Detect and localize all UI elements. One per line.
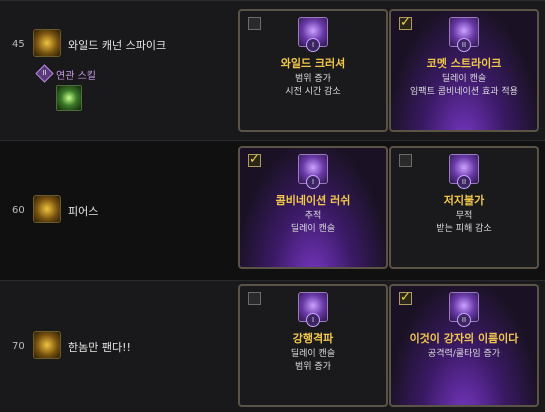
tripod-rune-icon: II (449, 292, 479, 327)
one-target-beatdown-icon[interactable] (33, 331, 61, 359)
option-checkbox-checked[interactable] (399, 290, 412, 305)
skill-name: 피어스 (68, 205, 99, 218)
option-title: 코멧 스트라이크 (426, 57, 502, 70)
option-effect: 무적 (455, 211, 473, 221)
option-checkbox-checked[interactable] (248, 152, 261, 167)
skill-level: 70 (12, 341, 25, 352)
tripod-rune-icon: I (298, 17, 328, 52)
tier-numeral: II (457, 175, 471, 189)
skill-level: 60 (12, 205, 25, 216)
tripod-option-card[interactable]: I 강행격파 딜레이 캔슬 범위 증가 (238, 284, 388, 407)
tier-numeral: II (457, 38, 471, 52)
option-title: 와일드 크러셔 (280, 57, 346, 70)
related-tier-label: II (42, 69, 47, 77)
option-effect: 딜레이 캔슬 (441, 74, 487, 84)
tripod-rune-icon: I (298, 292, 328, 327)
tier-numeral: II (457, 313, 471, 327)
pierce-icon[interactable] (33, 195, 61, 223)
tier-numeral: I (306, 38, 320, 52)
skill-row-60: 60 피어스 I 콤비네이션 러쉬 추적 딜레이 캔슬 II 저지불가 무적 받… (0, 140, 545, 280)
option-title: 이것이 강자의 이름이다 (409, 332, 519, 345)
skill-name: 와일드 캐넌 스파이크 (68, 39, 167, 52)
option-checkbox[interactable] (399, 154, 412, 167)
option-effect: 딜레이 캔슬 (290, 349, 336, 359)
option-effect: 시전 시간 감소 (285, 87, 341, 97)
tripod-option-card-selected[interactable]: I 콤비네이션 러쉬 추적 딜레이 캔슬 (238, 146, 388, 269)
option-checkbox[interactable] (248, 292, 261, 305)
related-skill-label: 연관 스킬 (56, 71, 96, 82)
tripod-rune-icon: II (449, 154, 479, 189)
option-title: 저지불가 (443, 194, 485, 207)
tier-numeral: I (306, 313, 320, 327)
tripod-option-card[interactable]: I 와일드 크러셔 범위 증가 시전 시간 감소 (238, 9, 388, 132)
tripod-option-card-selected[interactable]: II 이것이 강자의 이름이다 공격력/쿨타임 증가 (389, 284, 539, 407)
related-tier-badge: II (35, 64, 54, 83)
option-effect: 임팩트 콤비네이션 효과 적용 (410, 87, 518, 97)
option-effect: 공격력/쿨타임 증가 (427, 349, 501, 359)
skill-name: 한놈만 팬다!! (68, 341, 131, 354)
option-effect: 범위 증가 (295, 362, 331, 372)
option-title: 콤비네이션 러쉬 (275, 194, 351, 207)
option-checkbox-checked[interactable] (399, 15, 412, 30)
option-effect: 받는 피해 감소 (436, 224, 492, 234)
skill-row-70: 70 한놈만 팬다!! I 강행격파 딜레이 캔슬 범위 증가 II 이것이 강… (0, 280, 545, 412)
wild-cannon-spike-icon[interactable] (33, 29, 61, 57)
skill-level: 45 (12, 39, 25, 50)
option-effect: 추적 (304, 211, 322, 221)
option-title: 강행격파 (292, 332, 334, 345)
option-effect: 범위 증가 (295, 74, 331, 84)
tier-numeral: I (306, 175, 320, 189)
tripod-option-card[interactable]: II 저지불가 무적 받는 피해 감소 (389, 146, 539, 269)
tripod-rune-icon: II (449, 17, 479, 52)
tripod-rune-icon: I (298, 154, 328, 189)
option-checkbox[interactable] (248, 17, 261, 30)
option-effect: 딜레이 캔슬 (290, 224, 336, 234)
related-skill-icon[interactable] (56, 85, 82, 111)
tripod-option-card-selected[interactable]: II 코멧 스트라이크 딜레이 캔슬 임팩트 콤비네이션 효과 적용 (389, 9, 539, 132)
skill-row-45: 45 와일드 캐넌 스파이크 II 연관 스킬 I 와일드 크러셔 범위 증가 … (0, 0, 545, 140)
